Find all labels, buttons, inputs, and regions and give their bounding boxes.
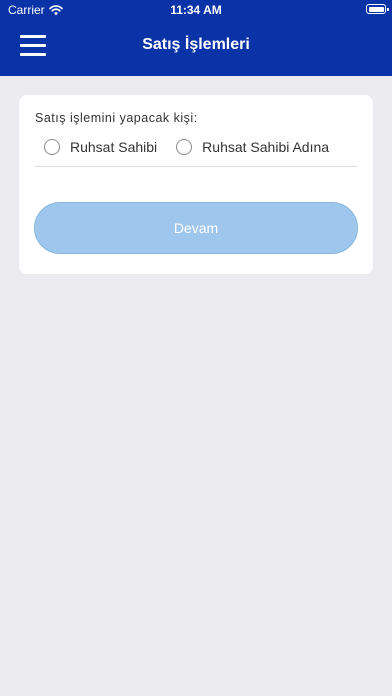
continue-button[interactable]: Devam [34, 202, 358, 254]
radio-option-ruhsat-sahibi-adina[interactable]: Ruhsat Sahibi Adına [176, 139, 329, 155]
radio-unchecked-icon[interactable] [44, 139, 60, 155]
radio-label: Ruhsat Sahibi Adına [202, 139, 330, 155]
status-bar: Carrier 11:34 AM [0, 0, 392, 20]
app-header: Carrier 11:34 AM Satış İşlemleri [0, 0, 392, 76]
radio-unchecked-icon[interactable] [176, 139, 193, 155]
divider [35, 166, 357, 167]
sales-form-card: Satış işlemini yapacak kişi: Ruhsat Sahi… [19, 95, 373, 274]
question-label: Satış işlemini yapacak kişi: [35, 111, 198, 125]
page-title: Satış İşlemleri [142, 36, 250, 53]
seller-radio-group: Ruhsat Sahibi Ruhsat Sahibi Adına [44, 139, 348, 155]
radio-option-ruhsat-sahibi[interactable]: Ruhsat Sahibi [44, 139, 157, 155]
status-time: 11:34 AM [170, 3, 222, 17]
battery-icon [366, 4, 389, 14]
radio-label: Ruhsat Sahibi [70, 139, 158, 155]
